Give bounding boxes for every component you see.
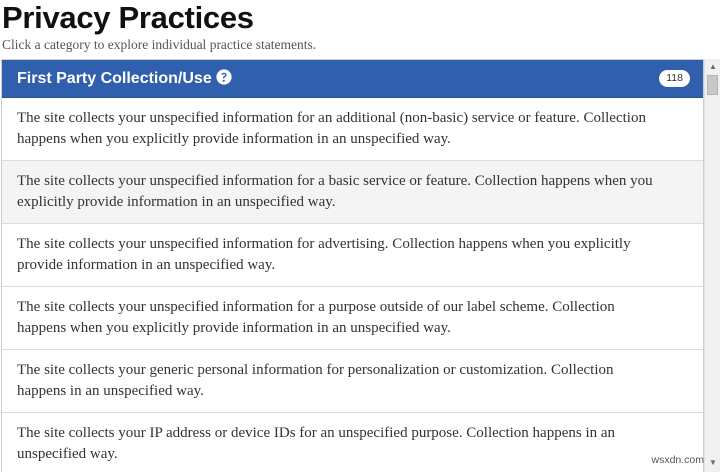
practice-category-panel: First Party Collection/Use 118 The site …: [1, 59, 704, 472]
practice-item[interactable]: The site collects your IP address or dev…: [2, 413, 703, 472]
practice-count-badge: 118: [659, 70, 690, 87]
watermark: wsxdn.com: [651, 454, 704, 466]
practice-item[interactable]: The site collects your unspecified infor…: [2, 98, 703, 161]
practice-item[interactable]: The site collects your unspecified infor…: [2, 287, 703, 350]
practice-item[interactable]: The site collects your generic personal …: [2, 350, 703, 413]
triangle-down-icon[interactable]: ▼: [705, 456, 720, 470]
triangle-up-icon[interactable]: ▲: [705, 60, 720, 74]
question-circle-icon[interactable]: [216, 69, 232, 85]
practice-item[interactable]: The site collects your unspecified infor…: [2, 224, 703, 287]
practice-list: The site collects your unspecified infor…: [2, 98, 703, 472]
category-title-wrap: First Party Collection/Use: [17, 69, 232, 89]
vertical-scrollbar[interactable]: ▲ ▼: [704, 59, 720, 472]
category-header[interactable]: First Party Collection/Use 118: [2, 60, 703, 98]
scroll-thumb[interactable]: [707, 75, 718, 95]
practice-item[interactable]: The site collects your unspecified infor…: [2, 161, 703, 224]
page-title: Privacy Practices: [2, 0, 254, 35]
category-title: First Party Collection/Use: [17, 70, 212, 87]
page-subtitle: Click a category to explore individual p…: [2, 37, 317, 52]
